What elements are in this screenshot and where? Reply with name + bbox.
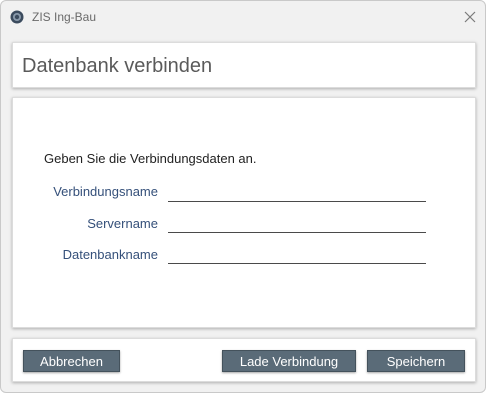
window-title: ZIS Ing-Bau <box>32 10 97 24</box>
button-bar: Abbrechen Lade Verbindung Speichern <box>12 338 476 382</box>
cancel-button[interactable]: Abbrechen <box>23 350 120 372</box>
database-name-input[interactable] <box>168 245 426 264</box>
close-icon <box>464 11 476 23</box>
close-button[interactable] <box>459 7 481 27</box>
server-name-input[interactable] <box>168 214 426 233</box>
title-bar: ZIS Ing-Bau <box>1 1 485 33</box>
dialog-window: ZIS Ing-Bau Datenbank verbinden Geben Si… <box>0 0 486 393</box>
database-name-label: Datenbankname <box>62 247 158 262</box>
instruction-text: Geben Sie die Verbindungsdaten an. <box>44 151 257 166</box>
dialog-heading: Datenbank verbinden <box>22 55 213 77</box>
load-connection-button[interactable]: Lade Verbindung <box>222 350 356 372</box>
app-logo-icon <box>10 10 24 24</box>
server-name-label: Servername <box>87 216 158 231</box>
form-panel: Geben Sie die Verbindungsdaten an. Verbi… <box>12 97 476 328</box>
header-panel: Datenbank verbinden <box>12 42 476 88</box>
save-button[interactable]: Speichern <box>367 350 465 372</box>
connection-name-input[interactable] <box>168 183 426 202</box>
connection-name-label: Verbindungsname <box>53 184 158 199</box>
